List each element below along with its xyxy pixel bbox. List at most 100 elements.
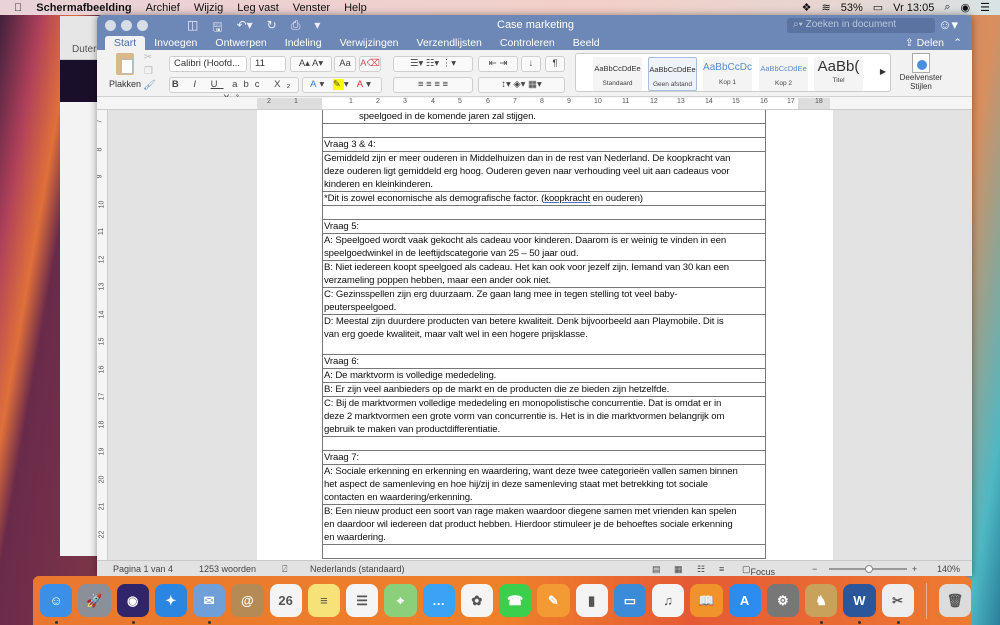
tab-ontwerpen[interactable]: Ontwerpen (206, 36, 275, 50)
feedback-smiley-icon[interactable]: ☺▾ (938, 17, 958, 33)
tab-controleren[interactable]: Controleren (491, 36, 564, 50)
dock-facetime-icon[interactable]: ☎ (499, 584, 532, 617)
tab-start[interactable]: Start (105, 36, 146, 50)
alignment-buttons[interactable]: ≡ ≡ ≡ ≡ (393, 77, 473, 93)
dock-app-store-icon[interactable]: A (728, 584, 761, 617)
collapse-ribbon-icon[interactable]: ⌃ (953, 36, 962, 50)
table-cell[interactable]: B: Een nieuw product een soort van rage … (322, 504, 766, 545)
dock-photos-icon[interactable]: ✿ (460, 584, 493, 617)
sort-button[interactable]: ↓ (521, 56, 541, 72)
menu-app-name[interactable]: Schermafbeelding (36, 2, 131, 14)
search-input[interactable]: ⌕▾ Zoeken in document (787, 18, 935, 33)
apple-menu-icon[interactable]:  (14, 2, 22, 14)
spelling-underline[interactable]: koopkracht (544, 193, 590, 204)
draft-view-icon[interactable]: ≡ (719, 564, 724, 574)
zoom-out-button[interactable]: − (812, 564, 817, 574)
menu-leg-vast[interactable]: Leg vast (237, 2, 279, 14)
cut-icon[interactable]: ✂ (144, 52, 152, 63)
dock-numbers-icon[interactable]: ▮ (575, 584, 608, 617)
grow-shrink-font-buttons[interactable]: A▴ A▾ (290, 56, 332, 72)
zoom-slider[interactable] (829, 565, 907, 573)
dock-finder-icon[interactable]: ☺ (40, 584, 73, 624)
table-cell[interactable] (322, 205, 766, 220)
table-cell[interactable] (322, 436, 766, 451)
dock-system-preferences-icon[interactable]: ⚙ (766, 584, 799, 617)
table-cell[interactable]: A: Speelgoed wordt vaak gekocht als cade… (322, 233, 766, 261)
copy-icon[interactable]: ❐ (144, 66, 153, 77)
dock-contacts-icon[interactable]: @ (231, 584, 264, 617)
table-cell[interactable]: B: Niet iedereen koopt speelgoed als cad… (322, 260, 766, 288)
styles-more-arrow-icon[interactable]: ▶ (880, 67, 886, 76)
print-layout-view-icon[interactable]: ▤ (652, 564, 661, 575)
dropbox-icon[interactable]: ❖ (802, 1, 812, 14)
web-layout-view-icon[interactable]: ▦ (674, 564, 683, 575)
spotlight-icon[interactable]: ⌕ (944, 1, 950, 14)
tab-verzendlijsten[interactable]: Verzendlijsten (408, 36, 491, 50)
table-cell[interactable]: Vraag 3 & 4: (322, 137, 766, 152)
dock-notes-icon[interactable]: ≡ (307, 584, 340, 617)
table-cell[interactable]: A: Sociale erkenning en erkenning en waa… (322, 464, 766, 505)
font-size-select[interactable]: 11 (250, 56, 286, 72)
minimize-button[interactable] (121, 20, 132, 31)
style-standaard[interactable]: AaBbCcDdEe Standaard (593, 57, 642, 91)
font-style-buttons[interactable]: B I U abc X₂ X² (169, 77, 299, 104)
dock-calendar-icon[interactable]: 26 (269, 584, 302, 617)
style-kop-2[interactable]: AaBbCcDdEe Kop 2 (759, 57, 808, 91)
horizontal-ruler[interactable]: 2 1 1 2 3 4 5 6 7 8 9 10 11 12 13 14 15 … (97, 97, 972, 110)
style-kop-1[interactable]: AaBbCcDc Kop 1 (703, 57, 752, 91)
format-painter-icon[interactable]: 🖌 (143, 80, 156, 91)
focus-button[interactable]: ▢ Focus (742, 564, 775, 576)
dock-safari-icon[interactable]: ✦ (154, 584, 187, 617)
proofing-icon[interactable]: ⍁ (282, 564, 287, 575)
styles-pane-button[interactable]: Deelvenster Stijlen (897, 53, 945, 91)
menu-help[interactable]: Help (344, 2, 367, 14)
dock-screenshot-icon[interactable]: ✂ (881, 584, 914, 624)
table-cell[interactable]: D: Meestal zijn duurdere producten van b… (322, 314, 766, 355)
dock-launchpad-icon[interactable]: 🚀 (78, 584, 111, 617)
table-cell[interactable]: Te verwachten valt dat het percentage va… (322, 110, 766, 124)
table-cell[interactable]: *Dit is zowel economische als demografis… (322, 191, 766, 206)
style-titel[interactable]: AaBb(Titel (814, 57, 863, 91)
battery-icon[interactable]: ▭ (873, 1, 883, 14)
tab-invoegen[interactable]: Invoegen (145, 36, 206, 50)
clock[interactable]: Vr 13:05 (893, 2, 934, 14)
zoom-slider-knob[interactable] (865, 565, 873, 573)
document-page[interactable]: Te verwachten valt dat het percentage va… (257, 110, 833, 560)
word-count[interactable]: 1253 woorden (199, 564, 256, 574)
table-cell[interactable]: Vraag 7: (322, 450, 766, 465)
style-geen-afstand[interactable]: AaBbCcDdEe Geen afstand (648, 57, 697, 91)
styles-gallery[interactable]: AaBbCcDdEe Standaard AaBbCcDdEe Geen afsta… (575, 53, 891, 92)
siri-icon[interactable]: ◉ (961, 1, 971, 14)
share-button[interactable]: ⇪ Delen (905, 36, 944, 50)
table-cell[interactable]: Gemiddeld zijn er meer ouderen in Middel… (322, 151, 766, 192)
change-case-button[interactable]: Aa (334, 56, 356, 72)
show-formatting-button[interactable]: ¶ (545, 56, 565, 72)
vertical-ruler[interactable]: 7 8 9 10 11 12 13 14 15 16 17 18 19 20 21 22 (97, 110, 108, 560)
tab-indeling[interactable]: Indeling (276, 36, 331, 50)
wifi-icon[interactable]: ≋ (822, 1, 831, 14)
font-name-select[interactable]: Calibri (Hoofd... (169, 56, 247, 72)
dock-messages-icon[interactable]: … (422, 584, 455, 617)
menu-venster[interactable]: Venster (293, 2, 330, 14)
table-cell[interactable]: C: Gezinsspellen zijn erg duurzaam. Ze g… (322, 287, 766, 315)
dock-mail-icon[interactable]: ✉ (193, 584, 226, 624)
dock-reminders-icon[interactable]: ☰ (346, 584, 379, 617)
table-cell[interactable] (322, 123, 766, 138)
notification-center-icon[interactable]: ☰ (980, 1, 990, 14)
document-area[interactable]: Te verwachten valt dat het percentage va… (108, 110, 972, 560)
menu-wijzig[interactable]: Wijzig (194, 2, 223, 14)
dock-chess-icon[interactable]: ♞ (805, 584, 838, 624)
dock-maps-icon[interactable]: ⌖ (384, 584, 417, 617)
dock-trash-icon[interactable]: 🗑 (938, 584, 971, 617)
dock-ibooks-icon[interactable]: 📖 (690, 584, 723, 617)
zoom-level[interactable]: 140% (937, 564, 960, 574)
language[interactable]: Nederlands (standaard) (310, 564, 405, 574)
close-button[interactable] (105, 20, 116, 31)
dock-pages-icon[interactable]: ✎ (537, 584, 570, 617)
table-cell[interactable]: C: Bij de marktvormen volledige mededeli… (322, 396, 766, 437)
table-cell[interactable]: A: De marktvorm is volledige mededeling. (322, 368, 766, 383)
page-count[interactable]: Pagina 1 van 4 (113, 564, 173, 574)
dock-siri-icon[interactable]: ◉ (116, 584, 149, 624)
zoom-in-button[interactable]: + (912, 564, 917, 574)
menu-archief[interactable]: Archief (146, 2, 180, 14)
